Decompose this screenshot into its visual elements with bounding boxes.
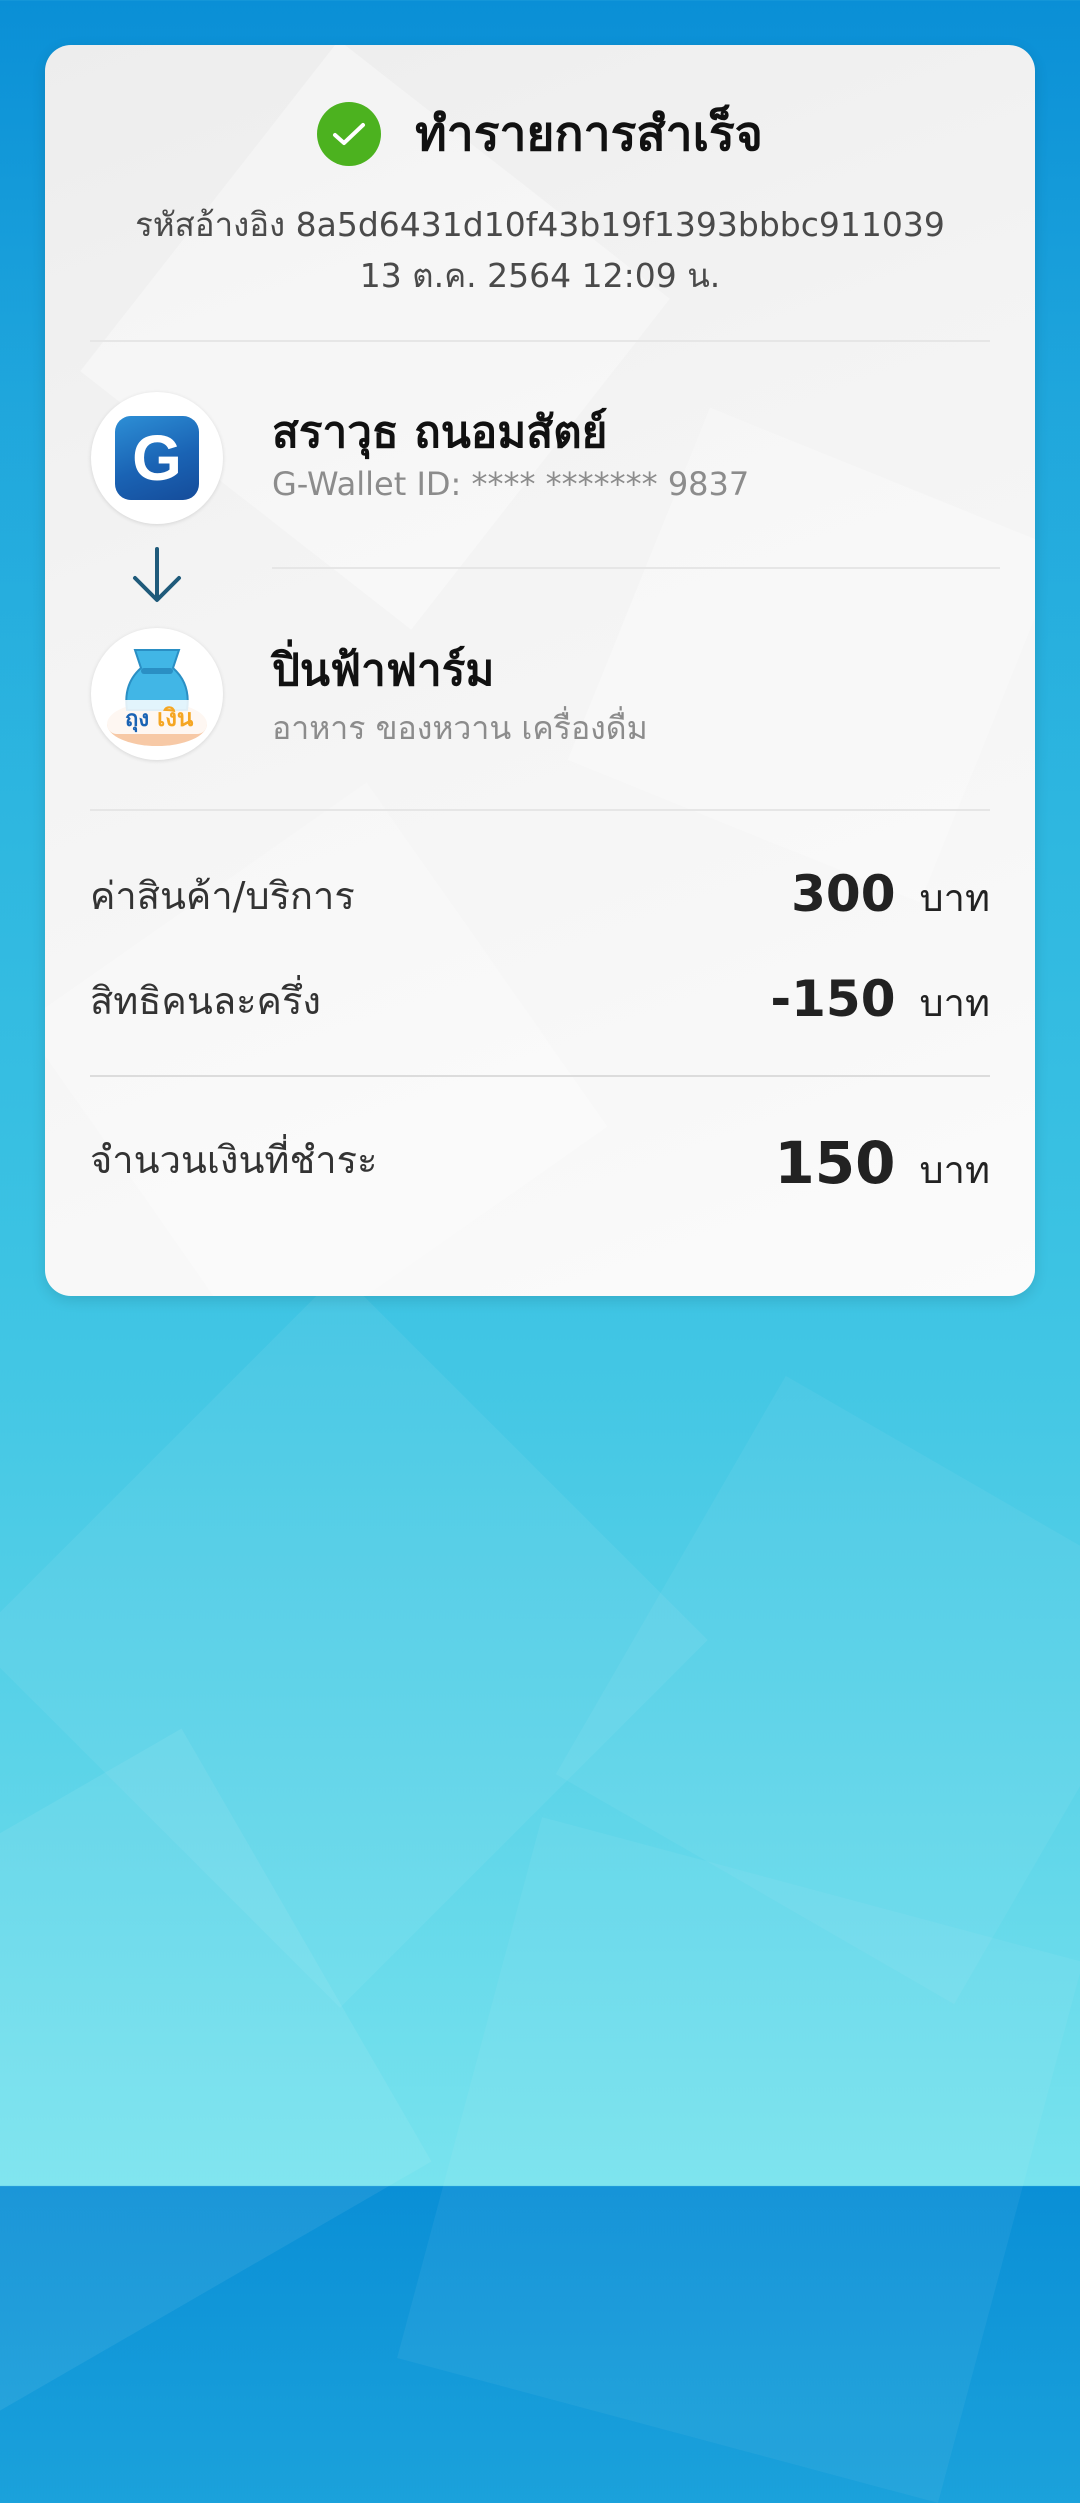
receipt-status-title: ทำรายการสำเร็จ [415, 106, 763, 162]
amount-value: 300 [791, 865, 896, 923]
receipt-card: ทำรายการสำเร็จ รหัสอ้างอิง 8a5d6431d10f4… [45, 45, 1035, 1296]
reference-number: รหัสอ้างอิง 8a5d6431d10f43b19f1393bbbc91… [135, 205, 945, 244]
merchant-avatar: ถุง เงิน [91, 628, 223, 760]
svg-text:เงิน: เงิน [157, 704, 194, 732]
goods-services-label: ค่าสินค้า/บริการ [90, 874, 355, 918]
arrow-down-icon [133, 547, 181, 602]
divider [90, 340, 990, 342]
currency-unit: บาท [919, 876, 990, 920]
half-half-discount-amount: -150 บาท [770, 970, 990, 1033]
amount-value: 150 [774, 1129, 896, 1197]
sender-avatar: G [91, 392, 223, 524]
g-wallet-logo: G [115, 416, 199, 500]
sender-name: สราวุธ ถนอมสัตย์ [272, 407, 608, 458]
currency-unit: บาท [919, 981, 990, 1025]
merchant-category: อาหาร ของหวาน เครื่องดื่ม [272, 709, 648, 747]
sender-wallet-id: G-Wallet ID: **** ******* 9837 [272, 465, 750, 503]
transaction-datetime: 13 ต.ค. 2564 12:09 น. [359, 256, 721, 295]
check-circle-icon [317, 102, 382, 166]
amount-value: -150 [770, 970, 896, 1028]
total-paid-amount: 150 บาท [774, 1129, 990, 1200]
divider [272, 567, 1000, 569]
svg-text:ถุง: ถุง [125, 707, 149, 733]
half-half-discount-label: สิทธิคนละครึ่ง [90, 979, 321, 1023]
divider [90, 1075, 990, 1077]
total-paid-label: จำนวนเงินที่ชำระ [90, 1138, 378, 1182]
merchant-name: ปิ่นฟ้าฟาร์ม [272, 645, 495, 696]
receipt-header: ทำรายการสำเร็จ [45, 95, 1035, 173]
goods-services-amount: 300 บาท [791, 865, 990, 928]
divider [90, 809, 990, 811]
currency-unit: บาท [919, 1148, 990, 1192]
thung-ngoen-logo: ถุง เงิน [107, 649, 207, 746]
